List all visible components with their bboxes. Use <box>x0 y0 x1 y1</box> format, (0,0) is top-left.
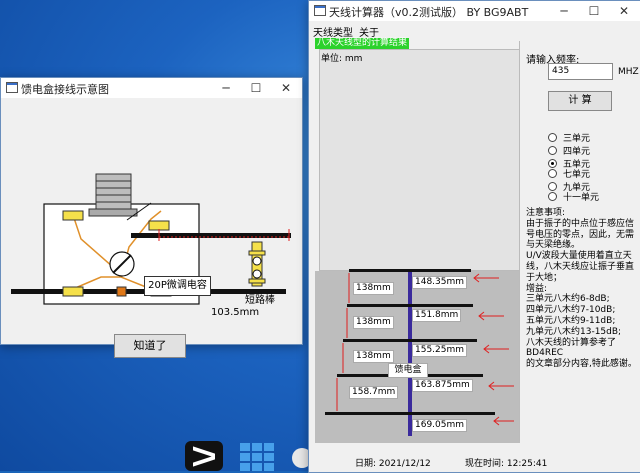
element-5 <box>325 412 495 415</box>
time-label: 现在时间: 12:25:41 <box>465 459 548 469</box>
radio-7-element[interactable]: 七单元 <box>548 167 590 180</box>
diagram-client: 20P微调电容 103.5mm 知道了 <box>1 99 302 358</box>
freq-input[interactable]: 435 <box>548 63 613 80</box>
capacitor-label: 20P微调电容 <box>144 276 211 296</box>
calculate-button[interactable]: 计 算 <box>548 91 612 111</box>
antenna-calculator-window: 天线计算器（v0.2测试版） BY BG9ABT ─ ☐ ✕ 天线类型 关于 八… <box>308 0 640 473</box>
element-3 <box>343 339 477 342</box>
element-length-label: 169.05mm <box>412 419 468 432</box>
status-bar: 日期: 2021/12/12 现在时间: 12:25:41 <box>309 452 640 472</box>
input-panel: 请输入频率: 435 MHZ 计 算 三单元 四单元 五单元 七单元 九单元 十… <box>519 41 640 441</box>
spacing-label: 158.7mm <box>349 386 399 399</box>
minimize-button[interactable]: ─ <box>211 78 241 98</box>
radio-circle-icon <box>548 146 557 155</box>
dimension-label: 103.5mm <box>211 307 260 318</box>
trimmer-capacitor <box>95 173 132 213</box>
feedbox-button[interactable]: 馈电盒 <box>388 363 428 378</box>
radio-11-element[interactable]: 十一单元 <box>548 190 599 203</box>
spacing-label: 138mm <box>353 316 394 329</box>
radio-circle-icon <box>548 169 557 178</box>
close-button[interactable]: ✕ <box>271 78 301 98</box>
element-length-label: 151.8mm <box>412 309 462 322</box>
element-2 <box>347 304 473 307</box>
maximize-button[interactable]: ☐ <box>241 78 271 98</box>
freq-unit: MHZ <box>618 67 639 77</box>
date-label: 日期: 2021/12/12 <box>355 459 431 469</box>
spacing-label: 138mm <box>353 282 394 295</box>
app-icon <box>6 82 18 93</box>
radio-label: 十一单元 <box>563 193 600 203</box>
notes-text: 注意事项: 由于振子的中点位于感应信号电压的零点，因此，无需与天梁绝缘。 U/V… <box>526 208 637 370</box>
radio-label: 四单元 <box>563 147 591 157</box>
element-length-label: 148.35mm <box>412 276 468 289</box>
radio-label: 七单元 <box>563 170 591 180</box>
ok-button[interactable]: 知道了 <box>114 334 186 358</box>
element-1 <box>349 269 471 272</box>
spacing-label: 138mm <box>353 350 394 363</box>
radio-label: 三单元 <box>563 134 591 144</box>
grid-app-icon[interactable] <box>238 441 276 471</box>
element-length-label: 155.25mm <box>412 344 468 357</box>
diagram-window-title: 馈电盒接线示意图 <box>21 83 109 96</box>
radio-4-element[interactable]: 四单元 <box>548 144 590 157</box>
radio-3-element[interactable]: 三单元 <box>548 131 590 144</box>
capcut-icon[interactable] <box>185 441 223 471</box>
radio-circle-icon <box>548 133 557 142</box>
short-bar-label: 短路棒 <box>245 295 275 306</box>
element-length-label: 163.875mm <box>412 379 473 392</box>
diagram-titlebar[interactable]: 馈电盒接线示意图 ─ ☐ ✕ <box>1 78 302 98</box>
radio-circle-icon <box>548 192 557 201</box>
